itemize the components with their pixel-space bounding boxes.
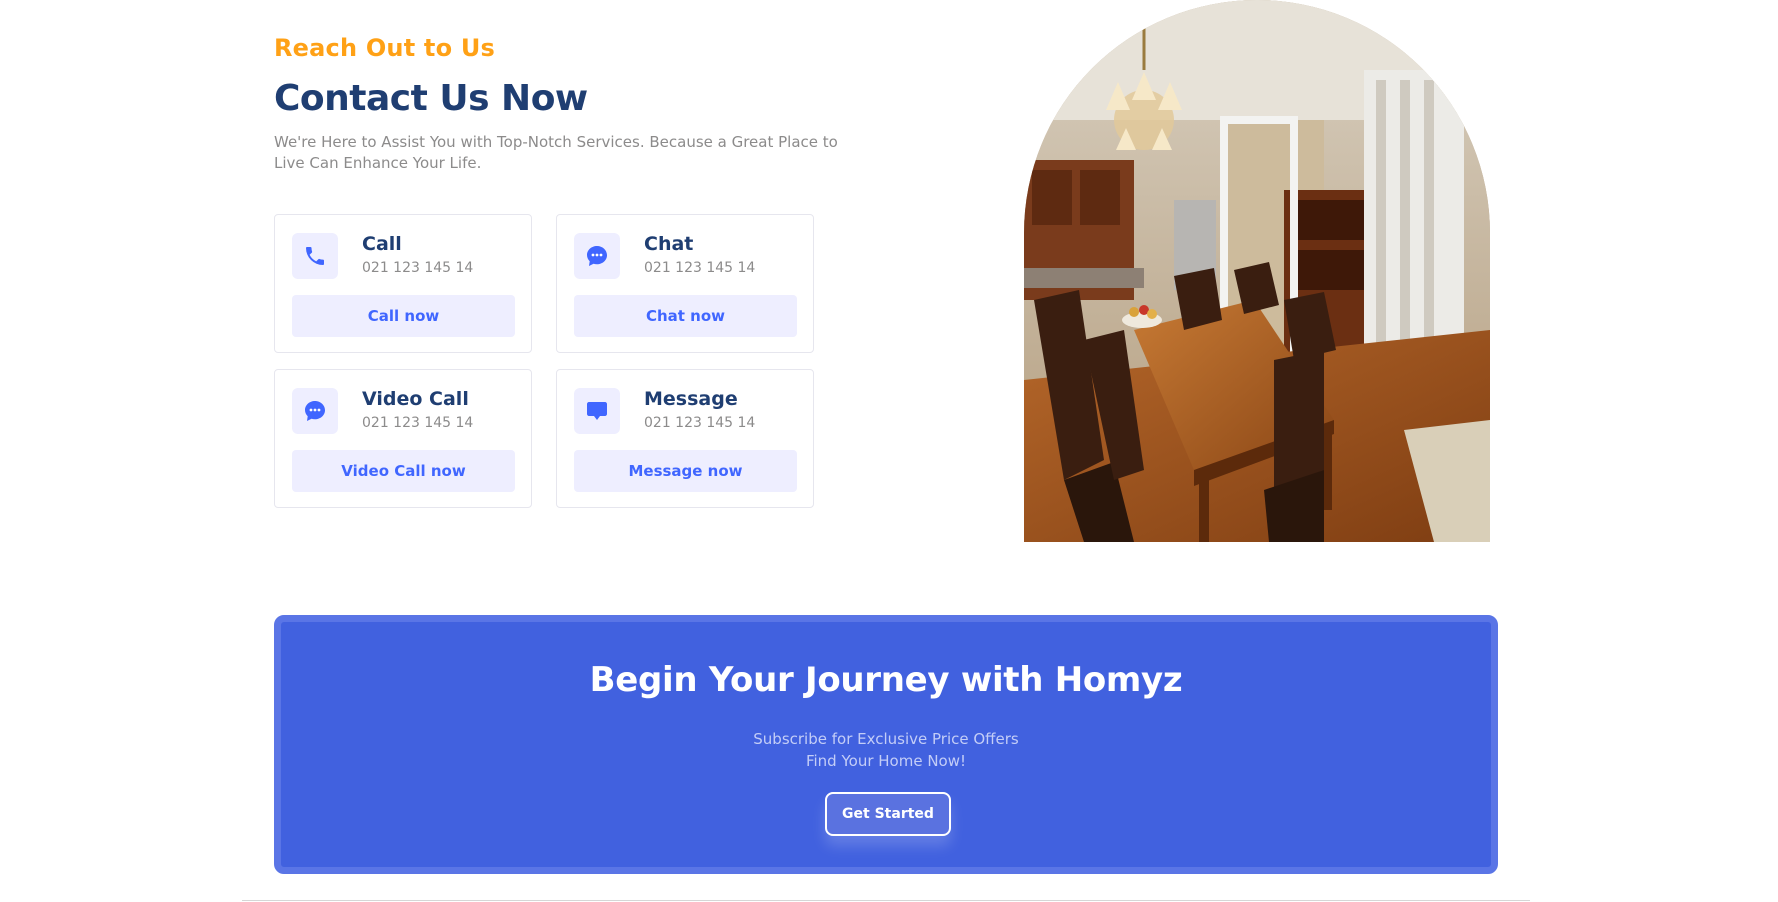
call-now-button[interactable]: Call now (292, 295, 515, 337)
contact-card-call: Call 021 123 145 14 Call now (274, 214, 532, 353)
journey-banner: Begin Your Journey with Homyz Subscribe … (274, 615, 1498, 874)
get-started-button[interactable]: Get Started (825, 792, 951, 836)
message-now-button[interactable]: Message now (574, 450, 797, 492)
section-description: We're Here to Assist You with Top-Notch … (274, 133, 838, 172)
card-phone-number: 021 123 145 14 (362, 260, 474, 276)
card-title: Call (362, 233, 402, 255)
banner-title: Begin Your Journey with Homyz (589, 660, 1183, 700)
contact-card-chat: Chat 021 123 145 14 Chat now (556, 214, 814, 353)
chat-bubble-icon (574, 233, 620, 279)
chat-now-button[interactable]: Chat now (574, 295, 797, 337)
card-title: Video Call (362, 388, 469, 410)
banner-subtitle-line2: Find Your Home Now! (805, 752, 967, 770)
contact-card-message: Message 021 123 145 14 Message now (556, 369, 814, 508)
banner-subtitle-line1: Subscribe for Exclusive Price Offers (753, 730, 1019, 748)
chat-bubble-icon (292, 388, 338, 434)
message-icon (574, 388, 620, 434)
section-title: Contact Us Now (274, 78, 588, 119)
card-title: Chat (644, 233, 694, 255)
contact-section: Reach Out to Us Contact Us Now We're Her… (0, 0, 1778, 560)
dining-room-photo (1024, 0, 1490, 542)
card-title: Message (644, 388, 738, 410)
section-eyebrow: Reach Out to Us (274, 34, 496, 62)
card-phone-number: 021 123 145 14 (644, 415, 756, 431)
contact-card-video-call: Video Call 021 123 145 14 Video Call now (274, 369, 532, 508)
card-phone-number: 021 123 145 14 (644, 260, 756, 276)
phone-icon (292, 233, 338, 279)
video-call-now-button[interactable]: Video Call now (292, 450, 515, 492)
card-phone-number: 021 123 145 14 (362, 415, 474, 431)
footer-divider (242, 900, 1530, 901)
